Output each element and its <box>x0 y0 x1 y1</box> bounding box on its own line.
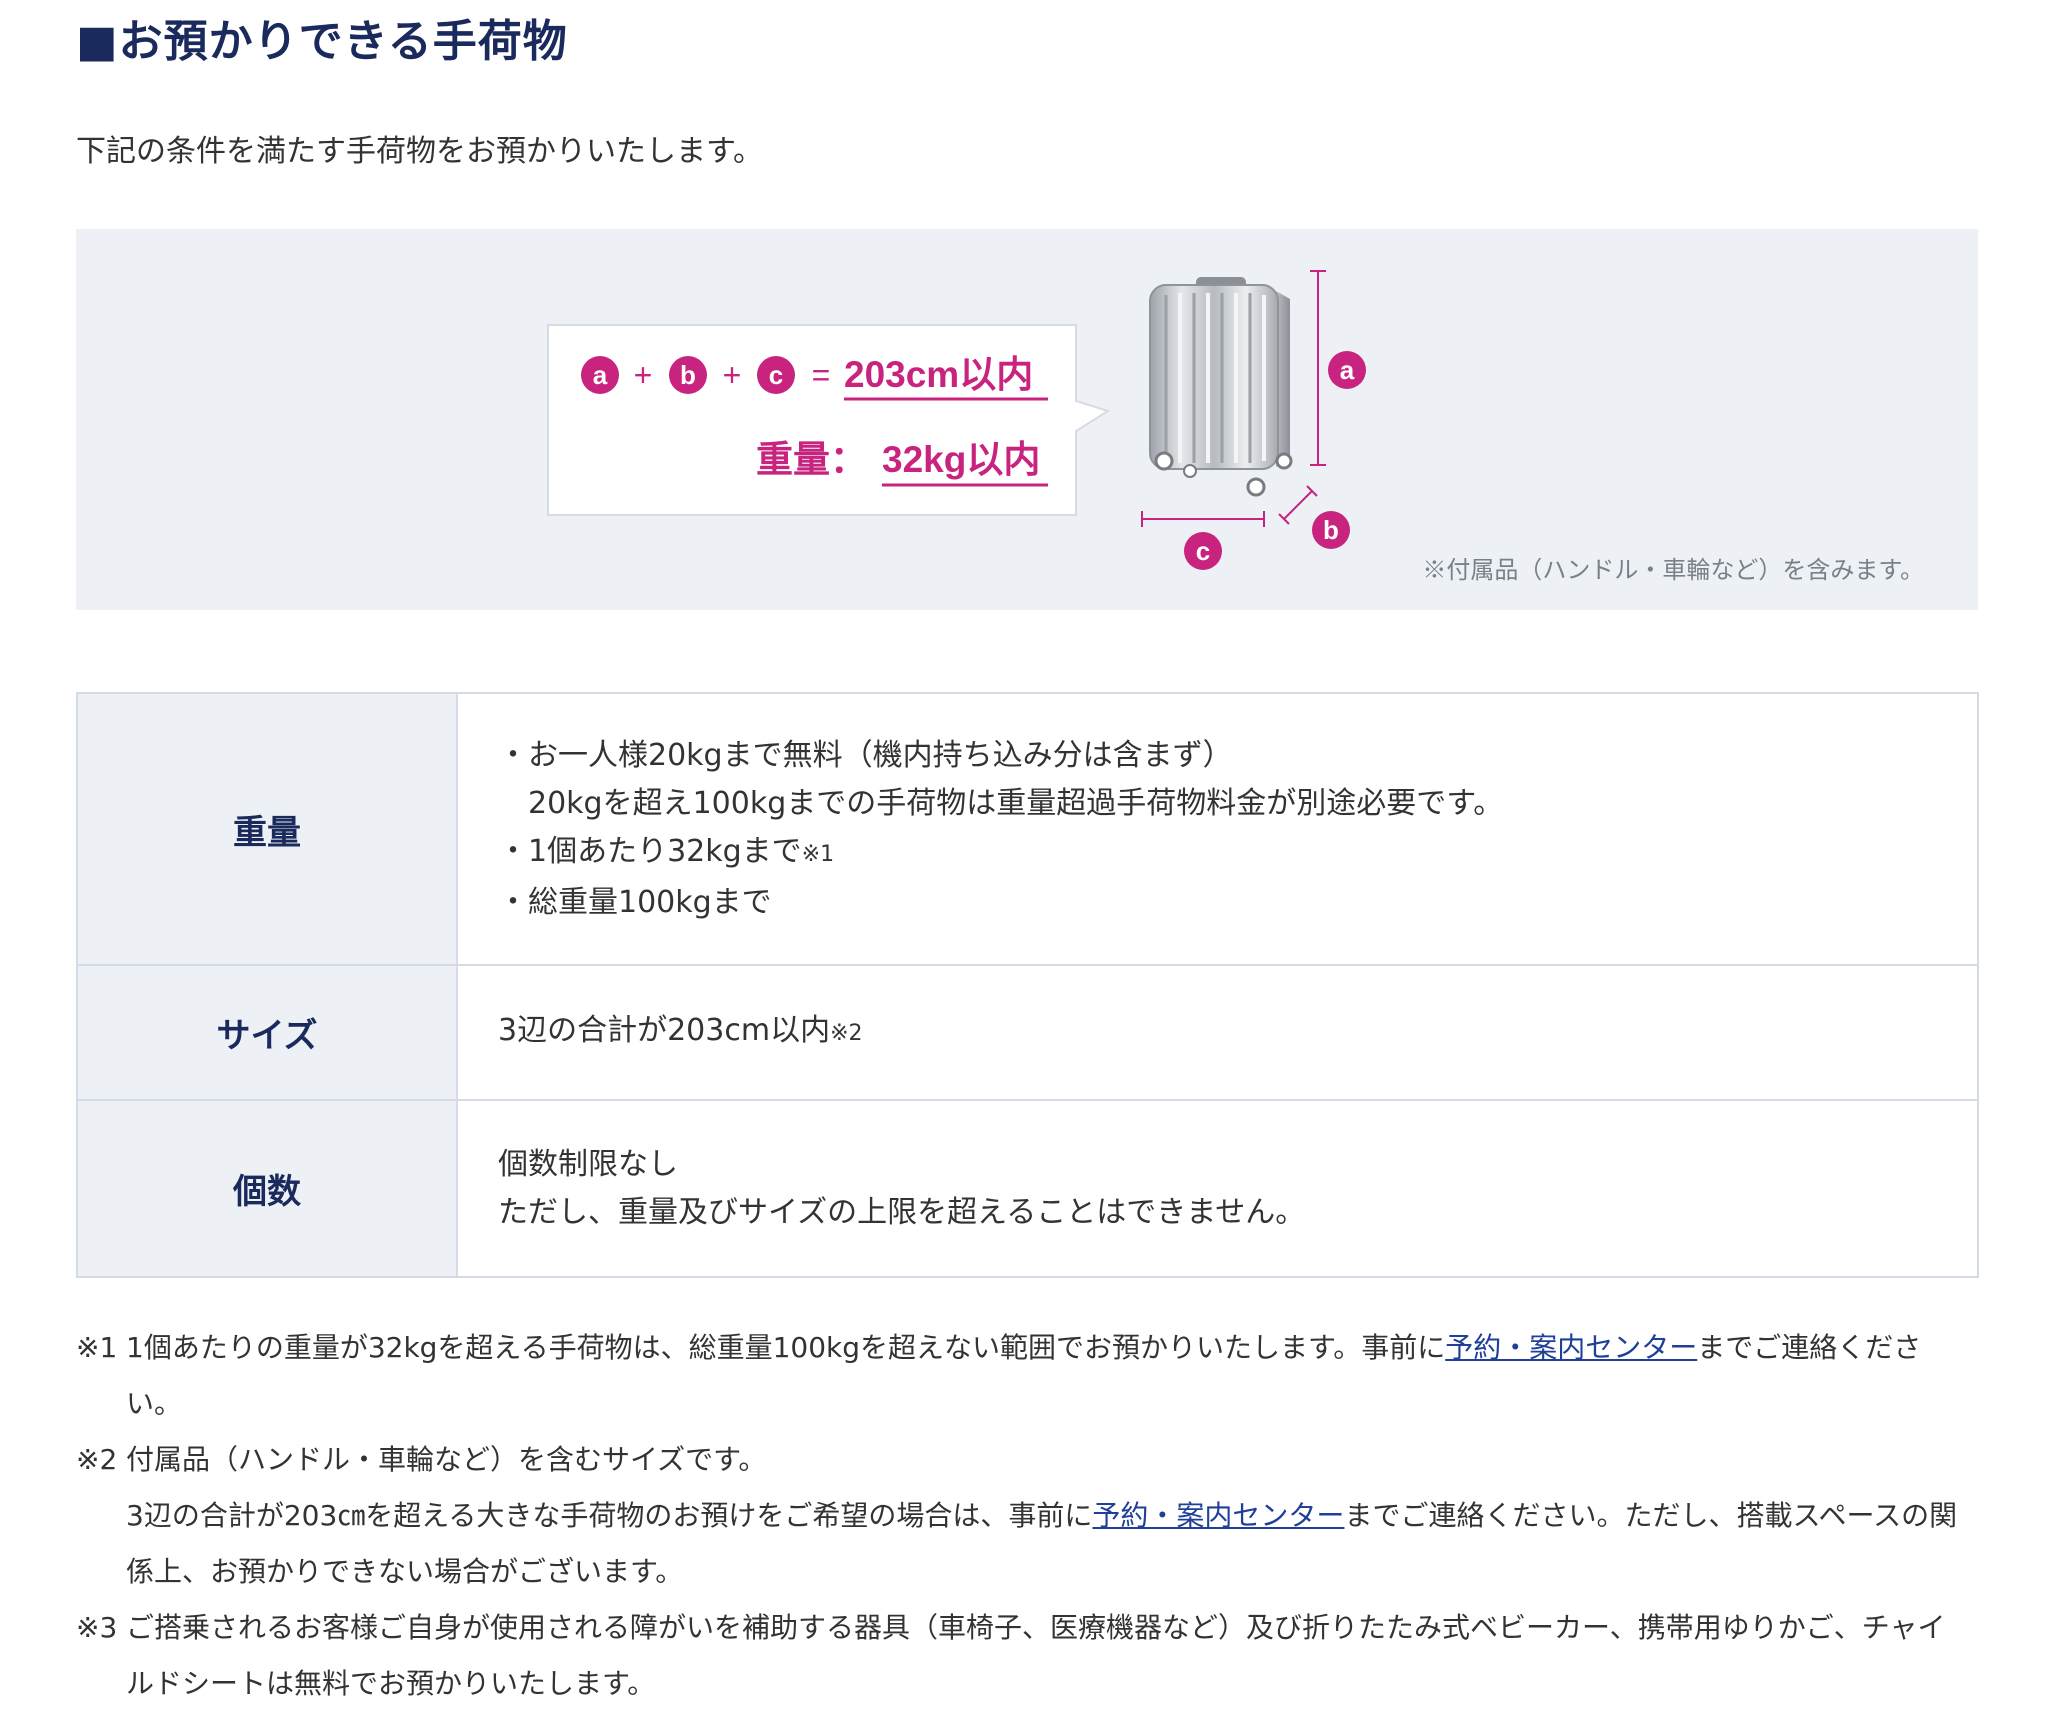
dimension-b-label: b <box>1323 515 1339 545</box>
equals-sign: = <box>812 357 831 393</box>
section-heading: ■お預かりできる手荷物 <box>76 16 568 67</box>
footnote-1-line: 1個あたりの重量が32kgを超える手荷物は、総重量100kgを超えない範囲でお預… <box>126 1320 1976 1376</box>
weight-line-4: ・総重量100kgまで <box>498 884 772 920</box>
footnote-2-line-2: 3辺の合計が203㎝を超える大きな手荷物のお預けをご希望の場合は、事前に予約・案… <box>126 1488 1976 1544</box>
weight-line-3-text: ・1個あたり32kgまで <box>498 833 802 869</box>
weight-line-2: 20kgを超え100kgまでの手荷物は重量超過手荷物料金が別途必要です。 <box>528 785 1504 821</box>
diagram-svg: a + b + c = 203cm以内 重量： 32kg以内 a b c ※付属… <box>547 270 1924 584</box>
row-value-count: 個数制限なし ただし、重量及びサイズの上限を超えることはできません。 <box>456 1099 1979 1278</box>
row-header-weight: 重量 <box>76 692 458 966</box>
row-value-weight: ・お一人様20kgまで無料（機内持ち込み分は含まず） 20kgを超え100kgま… <box>456 692 1979 966</box>
baggage-size-diagram: a + b + c = 203cm以内 重量： 32kg以内 a b c ※付属… <box>76 229 1978 610</box>
baggage-rules-table: 重量 ・お一人様20kgまで無料（機内持ち込み分は含まず） 20kgを超え100… <box>76 692 1979 1278</box>
label-a: a <box>593 360 608 390</box>
attachment-note: ※付属品（ハンドル・車輪など）を含みます。 <box>1422 557 1924 584</box>
footnote-3: ※3 ご搭乗されるお客様ご自身が使用される障がいを補助する器具（車椅子、医療機器… <box>76 1600 1976 1712</box>
footnotes: ※1 1個あたりの重量が32kgを超える手荷物は、総重量100kgを超えない範囲… <box>76 1320 1976 1712</box>
reservation-center-link[interactable]: 予約・案内センター <box>1092 1499 1344 1532</box>
size-text: 3辺の合計が203cm以内 <box>498 1013 831 1048</box>
size-line: 3辺の合計が203cm以内※2 <box>498 1007 1977 1058</box>
weight-label: 重量： <box>756 439 867 480</box>
footnote-2-text: 3辺の合計が203㎝を超える大きな手荷物のお預けをご希望の場合は、事前に <box>126 1499 1093 1532</box>
footnote-1-continuation: い。 <box>126 1387 183 1420</box>
row-header-size: サイズ <box>76 964 458 1101</box>
footnote-1-text-after: までご連絡くださ <box>1697 1331 1922 1364</box>
table-row-count: 個数 個数制限なし ただし、重量及びサイズの上限を超えることはできません。 <box>76 1099 1979 1278</box>
footnote-3-continuation: ルドシートは無料でお預かりいたします。 <box>126 1667 656 1700</box>
intro-text: 下記の条件を満たす手荷物をお預かりいたします。 <box>76 134 763 169</box>
footnote-2-continuation: 係上、お預かりできない場合がございます。 <box>126 1555 684 1588</box>
reservation-center-link[interactable]: 予約・案内センター <box>1445 1331 1697 1364</box>
dimension-a: a <box>1310 270 1366 466</box>
footnote-3-mark: ※3 <box>76 1611 118 1644</box>
count-line-1: 個数制限なし <box>498 1146 678 1182</box>
plus-sign: + <box>723 357 742 393</box>
plus-sign: + <box>634 357 653 393</box>
dimension-c-label: c <box>1196 536 1210 566</box>
count-line-2: ただし、重量及びサイズの上限を超えることはできません。 <box>498 1194 1306 1230</box>
size-formula: a + b + c = 203cm以内 <box>581 354 1048 401</box>
weight-line-3: ・1個あたり32kgまで※1 <box>498 828 1977 879</box>
weight-limit: 32kg以内 <box>882 439 1040 480</box>
footnote-1-text: 1個あたりの重量が32kgを超える手荷物は、総重量100kgを超えない範囲でお預… <box>126 1331 1446 1364</box>
weight-formula: 重量： 32kg以内 <box>756 439 1048 487</box>
dimension-b: b <box>1278 485 1350 549</box>
dimension-a-label: a <box>1340 355 1355 385</box>
row-header-count: 個数 <box>76 1099 458 1278</box>
suitcase-icon <box>1149 277 1293 497</box>
footnote-1: ※1 1個あたりの重量が32kgを超える手荷物は、総重量100kgを超えない範囲… <box>76 1320 1976 1432</box>
footnote-2-line-1: 付属品（ハンドル・車輪など）を含むサイズです。 <box>126 1443 767 1476</box>
label-c: c <box>769 360 783 390</box>
footnote-2: ※2 付属品（ハンドル・車輪など）を含むサイズです。 3辺の合計が203㎝を超え… <box>76 1432 1976 1600</box>
footnote-ref-2: ※2 <box>830 1021 863 1046</box>
row-value-size: 3辺の合計が203cm以内※2 <box>456 964 1979 1101</box>
dimension-c: c <box>1141 511 1265 570</box>
footnote-1-mark: ※1 <box>76 1331 118 1364</box>
page: ■お預かりできる手荷物 下記の条件を満たす手荷物をお預かりいたします。 a + … <box>0 0 2048 1715</box>
footnote-ref-1: ※1 <box>801 841 835 867</box>
footnote-3-line-1: ご搭乗されるお客様ご自身が使用される障がいを補助する器具（車椅子、医療機器など）… <box>126 1611 1946 1644</box>
footnote-2-text-after: までご連絡ください。ただし、搭載スペースの関 <box>1344 1499 1958 1532</box>
weight-line-1: ・お一人様20kgまで無料（機内持ち込み分は含まず） <box>498 737 1233 773</box>
table-row-size: サイズ 3辺の合計が203cm以内※2 <box>76 964 1979 1101</box>
label-b: b <box>680 360 696 390</box>
footnote-2-mark: ※2 <box>76 1443 118 1476</box>
size-limit: 203cm以内 <box>844 354 1033 395</box>
table-row-weight: 重量 ・お一人様20kgまで無料（機内持ち込み分は含まず） 20kgを超え100… <box>76 692 1979 966</box>
